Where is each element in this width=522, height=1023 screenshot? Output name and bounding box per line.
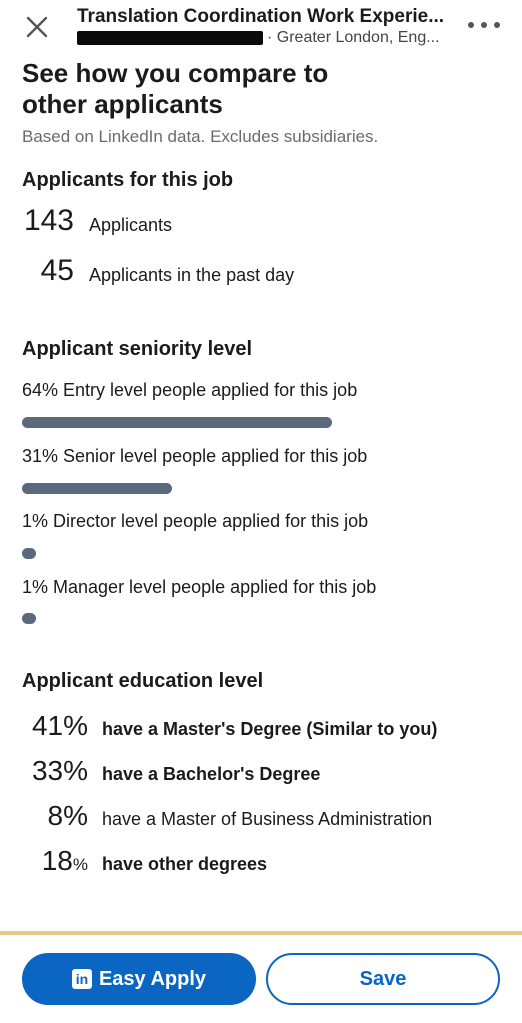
applicant-past-day-count: 45 <box>40 254 74 287</box>
top-bar: Translation Coordination Work Experie...… <box>0 0 522 56</box>
seniority-manager-text: 1% Manager level people applied for this… <box>22 577 377 597</box>
linkedin-icon: in <box>71 969 92 989</box>
close-icon <box>26 16 48 38</box>
education-other-label: have other degrees <box>102 854 268 874</box>
seniority-entry-bar <box>22 417 332 428</box>
education-row-masters: 41% have a Master's Degree (Similar to y… <box>22 710 502 746</box>
easy-apply-label: Easy Apply <box>98 967 207 990</box>
applicant-past-day-row: 45 Applicants in the past day <box>22 254 482 292</box>
seniority-section-title: Applicant seniority level <box>22 338 253 360</box>
seniority-manager-bar <box>22 613 36 624</box>
applicant-past-day-label: Applicants in the past day <box>89 265 295 285</box>
education-masters-percent: 41% <box>31 710 88 741</box>
education-section-title: Applicant education level <box>22 670 264 692</box>
applicants-section-title: Applicants for this job <box>22 169 234 191</box>
more-options-button[interactable] <box>468 18 500 32</box>
seniority-director-text: 1% Director level people applied for thi… <box>22 511 369 531</box>
redacted-company <box>77 31 263 45</box>
job-location: · Greater London, Eng... <box>267 29 440 46</box>
education-row-mba: 8% have a Master of Business Administrat… <box>22 800 502 836</box>
data-source-note: Based on LinkedIn data. Excludes subsidi… <box>22 127 379 146</box>
save-button[interactable]: Save <box>266 953 500 1005</box>
applicant-count-label: Applicants <box>89 215 173 235</box>
education-bachelors-percent: 33% <box>31 755 88 786</box>
seniority-senior-text: 31% Senior level people applied for this… <box>22 446 368 466</box>
education-mba-percent: 8% <box>47 800 88 831</box>
seniority-manager-bar-track <box>22 613 500 624</box>
close-button[interactable] <box>22 12 52 42</box>
seniority-entry-text: 64% Entry level people applied for this … <box>22 380 358 400</box>
education-row-other: 18% have other degrees <box>22 845 502 881</box>
seniority-director-bar <box>22 548 36 559</box>
education-masters-label: have a Master's Degree (Similar to you) <box>102 719 438 739</box>
seniority-director-bar-track <box>22 548 500 559</box>
seniority-entry-bar-track <box>22 417 500 428</box>
more-horizontal-icon <box>468 22 474 28</box>
job-title: Translation Coordination Work Experie... <box>77 6 445 27</box>
seniority-senior-bar-track <box>22 483 500 494</box>
job-subtitle: · Greater London, Eng... <box>77 28 440 48</box>
education-other-percent: 18% <box>41 845 88 876</box>
easy-apply-button[interactable]: in Easy Apply <box>22 953 256 1005</box>
compare-heading: See how you compare to other applicants <box>22 58 329 119</box>
save-label: Save <box>359 967 407 990</box>
applicant-count-row: 143 Applicants <box>22 204 482 242</box>
education-bachelors-label: have a Bachelor's Degree <box>102 764 321 784</box>
education-row-bachelors: 33% have a Bachelor's Degree <box>22 755 502 791</box>
applicant-count: 143 <box>23 204 74 237</box>
seniority-senior-bar <box>22 483 173 494</box>
education-mba-label: have a Master of Business Administration <box>102 809 433 829</box>
